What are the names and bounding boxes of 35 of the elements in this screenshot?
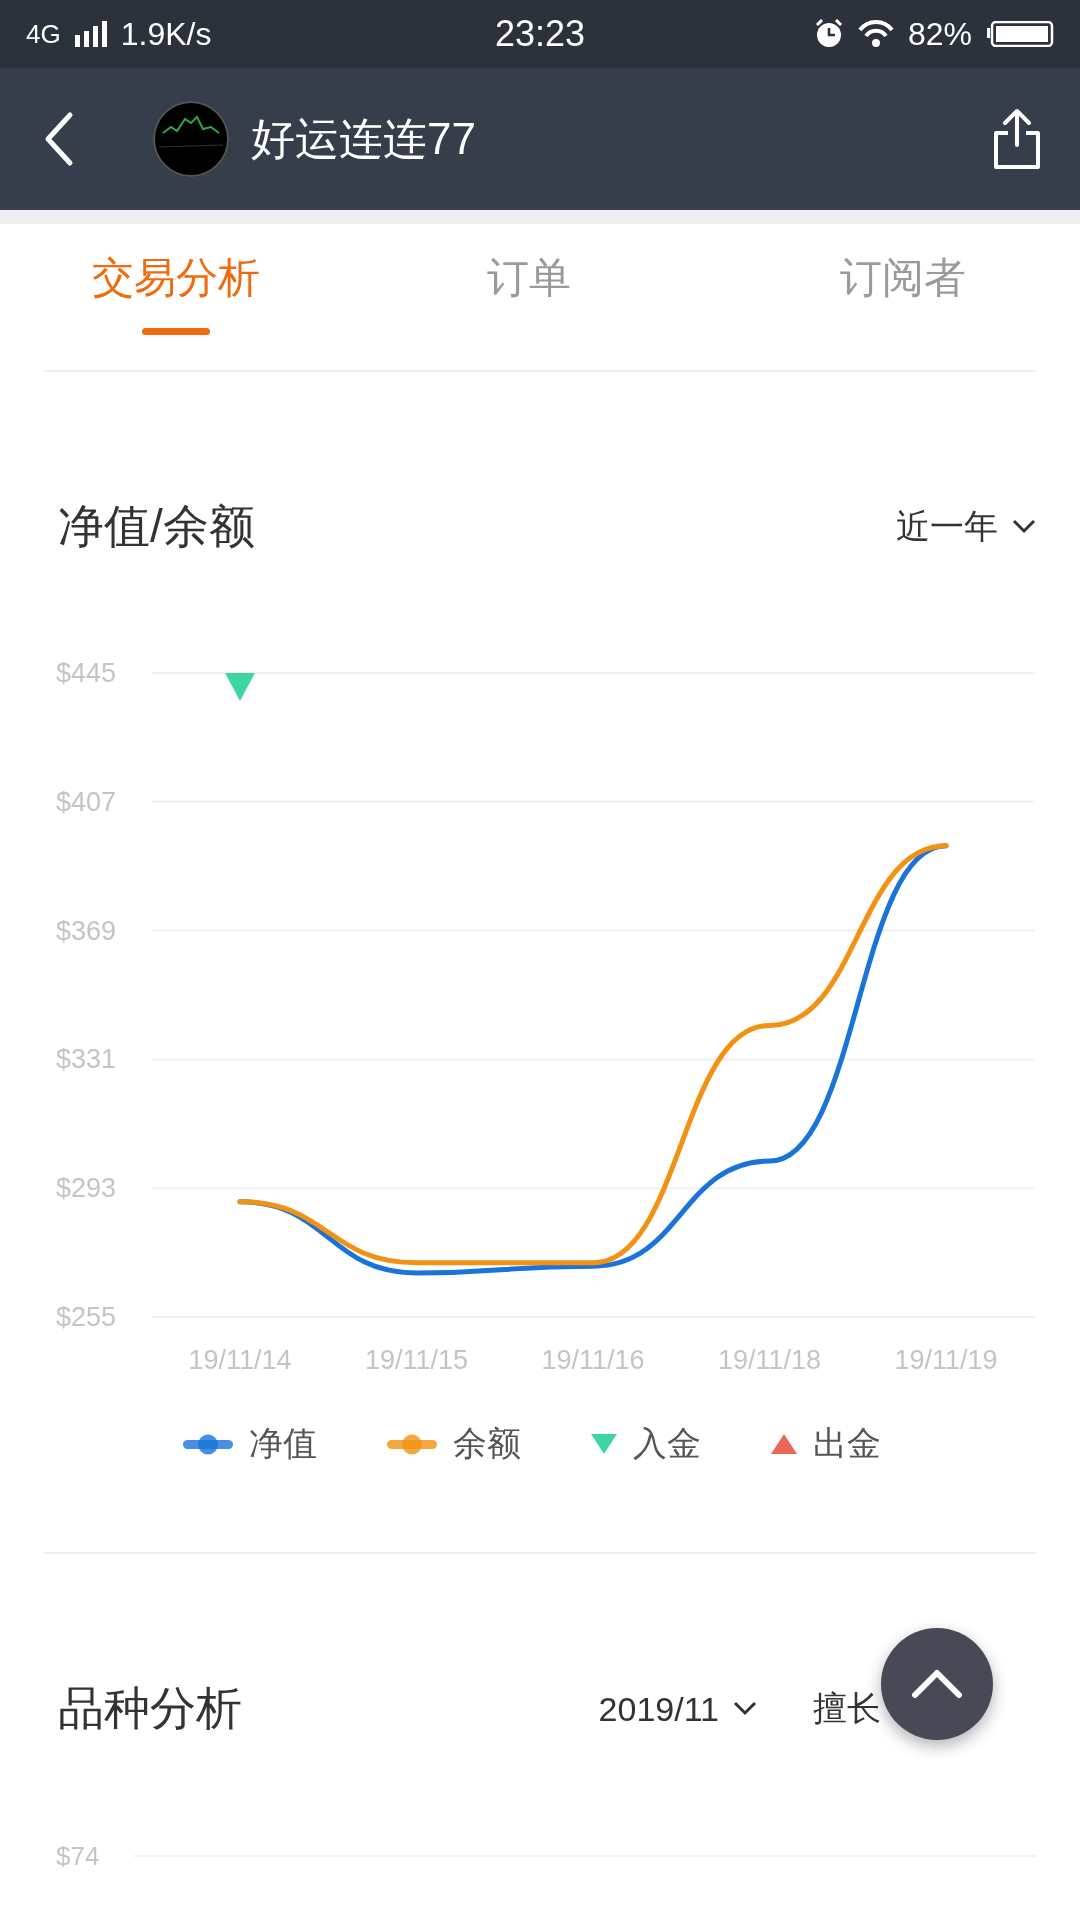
- axis-label: $407: [56, 786, 117, 817]
- axis-label: $293: [56, 1173, 117, 1204]
- axis-label: $74: [56, 1840, 101, 1872]
- chevron-down-icon: [1012, 519, 1036, 535]
- axis-label: $445: [56, 658, 117, 688]
- wifi-icon: [857, 20, 894, 48]
- section-title: 净值/余额: [58, 499, 256, 554]
- dropdown[interactable]: 2019/11: [598, 1686, 757, 1732]
- chevron-up-icon: [911, 1667, 963, 1701]
- signal-icon: [74, 21, 107, 47]
- axis-label: 19/11/18: [717, 1345, 822, 1375]
- section-title: 品种分析: [58, 1681, 243, 1736]
- battery-percent: 82%: [907, 15, 972, 53]
- clock-time: 23:23: [494, 13, 586, 55]
- axis-label: 19/11/14: [188, 1345, 292, 1375]
- profile-name: 好运连连77: [251, 112, 477, 165]
- legend-label: 余额: [453, 1423, 521, 1464]
- dropdown[interactable]: 近一年: [896, 504, 1036, 550]
- legend-label: 入金: [633, 1423, 701, 1464]
- legend-label: 出金: [813, 1423, 881, 1464]
- axis-label: $255: [56, 1302, 117, 1332]
- axis-label: 19/11/19: [894, 1345, 998, 1375]
- battery-icon: [986, 21, 1054, 47]
- tab-indicator: [142, 328, 210, 335]
- alarm-icon: [813, 19, 844, 49]
- dropdown[interactable]: 擅长: [813, 1686, 881, 1732]
- legend-label: 净值: [249, 1423, 317, 1464]
- scroll-top-button[interactable]: [881, 1628, 993, 1740]
- axis-label: 19/11/15: [364, 1345, 469, 1375]
- axis-label: $369: [56, 915, 117, 946]
- network-speed: 1.9K/s: [120, 15, 212, 53]
- axis-label: $331: [56, 1044, 117, 1075]
- axis-label: 19/11/16: [541, 1345, 645, 1375]
- network-type: 4G: [26, 18, 61, 50]
- chevron-down-icon: [733, 1701, 757, 1717]
